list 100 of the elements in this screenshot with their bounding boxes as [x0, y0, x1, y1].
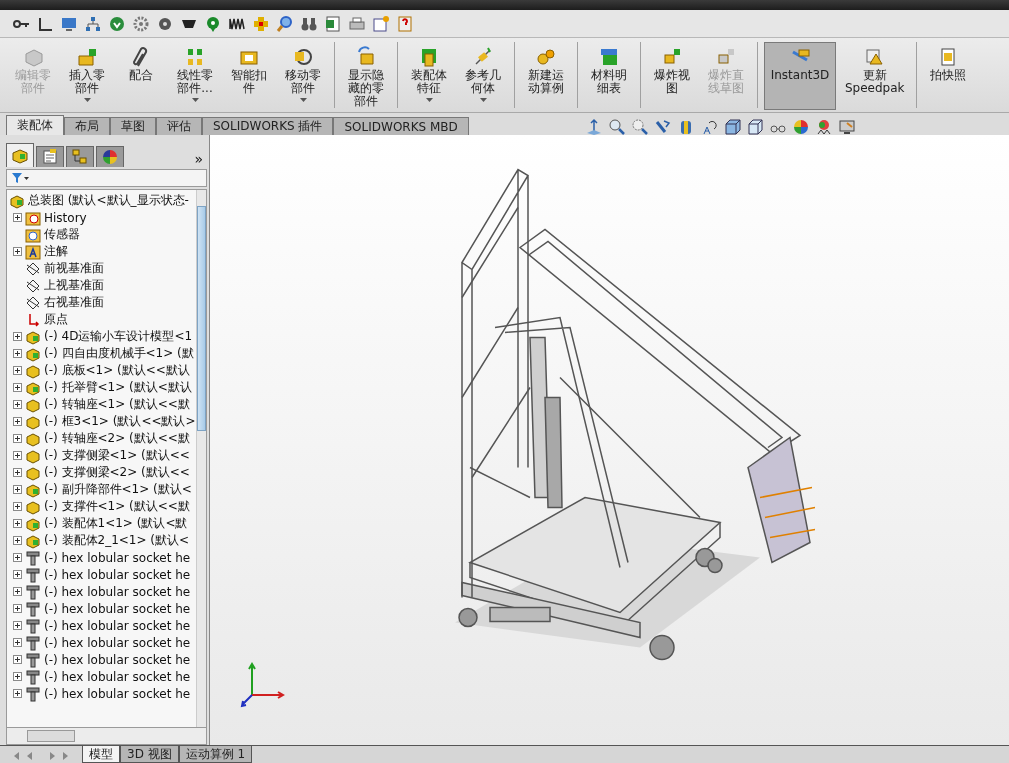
ribbon-tab[interactable]: 装配体	[6, 115, 64, 135]
tree-item-label[interactable]: History	[44, 210, 87, 225]
ribbon-button[interactable]: 移动零部件	[278, 42, 328, 110]
tree-item-label[interactable]: (-) 转轴座<1> (默认<<默	[44, 396, 190, 413]
tree-item-label[interactable]: (-) 装配体2_1<1> (默认<	[44, 532, 190, 549]
ribbon-button[interactable]: 显示隐藏的零部件	[341, 42, 391, 110]
expand-toggle-icon[interactable]	[13, 655, 22, 664]
ribbon-button[interactable]: 配合	[116, 42, 166, 110]
ribbon-button[interactable]: 爆炸视图	[647, 42, 697, 110]
tree-item-label[interactable]: (-) hex lobular socket he	[44, 601, 191, 616]
expand-toggle-icon[interactable]	[13, 536, 22, 545]
expand-toggle-icon[interactable]	[13, 485, 22, 494]
expand-toggle-icon[interactable]	[13, 621, 22, 630]
expand-toggle-icon[interactable]	[13, 468, 22, 477]
expand-toggle-icon[interactable]	[13, 638, 22, 647]
tree-item-label[interactable]: (-) hex lobular socket he	[44, 618, 191, 633]
search-icon[interactable]	[276, 14, 294, 33]
ribbon-tab[interactable]: 草图	[110, 117, 156, 135]
ribbon-button[interactable]: 新建运动算例	[521, 42, 571, 110]
zoom-area-icon[interactable]	[630, 118, 649, 136]
display-style-icon[interactable]	[745, 118, 764, 136]
tree-item-label[interactable]: 总装图 (默认<默认_显示状态-	[28, 192, 189, 209]
ribbon-tab[interactable]: SOLIDWORKS 插件	[202, 117, 334, 135]
ribbon-button[interactable]: 装配体特征	[404, 42, 454, 110]
panel-tab[interactable]	[6, 143, 34, 167]
view-tab[interactable]: 3D 视图	[120, 746, 179, 763]
expand-toggle-icon[interactable]	[13, 400, 22, 409]
filter-field[interactable]	[6, 169, 207, 187]
horizontal-scrollbar[interactable]	[6, 727, 207, 745]
expand-toggle-icon[interactable]	[13, 332, 22, 341]
tree-item-label[interactable]: 注解	[44, 243, 68, 260]
gear-icon[interactable]	[132, 14, 150, 33]
expand-toggle-icon[interactable]	[13, 247, 22, 256]
zoom-fit-icon[interactable]	[607, 118, 626, 136]
panel-tab[interactable]	[96, 146, 124, 167]
expand-toggle-icon[interactable]	[13, 366, 22, 375]
expand-toggle-icon[interactable]	[13, 434, 22, 443]
settings-icon[interactable]	[837, 118, 856, 136]
tree-item-label[interactable]: 右视基准面	[44, 294, 104, 311]
ribbon-tab[interactable]: 布局	[64, 117, 110, 135]
expand-toggle-icon[interactable]	[13, 451, 22, 460]
printer-icon[interactable]	[348, 14, 366, 33]
ribbon-button[interactable]: 参考几何体	[458, 42, 508, 110]
tree-item-label[interactable]: (-) 托举臂<1> (默认<默认	[44, 379, 192, 396]
tree-item-label[interactable]: (-) 四自由度机械手<1> (默	[44, 345, 194, 362]
vertical-scrollbar[interactable]	[196, 190, 206, 727]
expand-toggle-icon[interactable]	[13, 519, 22, 528]
expand-toggle-icon[interactable]	[13, 587, 22, 596]
expand-toggle-icon[interactable]	[13, 383, 22, 392]
ribbon-button[interactable]: 拍快照	[922, 42, 973, 110]
tree-item-label[interactable]: 原点	[44, 311, 68, 328]
expand-toggle-icon[interactable]	[13, 349, 22, 358]
tree-item-label[interactable]: (-) hex lobular socket he	[44, 584, 191, 599]
tree-item-label[interactable]: (-) hex lobular socket he	[44, 567, 191, 582]
expand-toggle-icon[interactable]	[13, 672, 22, 681]
ribbon-button[interactable]: Instant3D	[764, 42, 836, 110]
panel-tab[interactable]	[36, 146, 64, 167]
tree-item-label[interactable]: (-) 支撑件<1> (默认<<默	[44, 498, 190, 515]
network-icon[interactable]	[84, 14, 102, 33]
expand-toggle-icon[interactable]	[13, 604, 22, 613]
tree-item-label[interactable]: (-) hex lobular socket he	[44, 635, 191, 650]
previous-icon[interactable]	[653, 118, 672, 136]
expand-toggle-icon[interactable]	[13, 502, 22, 511]
tree-item-label[interactable]: 前视基准面	[44, 260, 104, 277]
pin-icon[interactable]	[204, 14, 222, 33]
tree-item-label[interactable]: 传感器	[44, 226, 80, 243]
tree-item-label[interactable]: (-) 4D运输小车设计模型<1	[44, 328, 193, 345]
tree-item-label[interactable]: (-) 装配体1<1> (默认<默	[44, 515, 188, 532]
tree-item-label[interactable]: (-) 框3<1> (默认<<默认>	[44, 413, 196, 430]
help-icon[interactable]	[396, 14, 414, 33]
ribbon-button[interactable]: 线性零部件...	[170, 42, 220, 110]
ribbon-button[interactable]: 智能扣件	[224, 42, 274, 110]
tree-item-label[interactable]: (-) 支撑侧梁<2> (默认<<	[44, 464, 190, 481]
image-icon[interactable]	[372, 14, 390, 33]
appearance-icon[interactable]	[791, 118, 810, 136]
ribbon-tab[interactable]: SOLIDWORKS MBD	[333, 117, 469, 135]
tree-item-label[interactable]: 上视基准面	[44, 277, 104, 294]
ribbon-button[interactable]: 材料明细表	[584, 42, 634, 110]
ribbon-button[interactable]: 插入零部件	[62, 42, 112, 110]
tree-item-label[interactable]: (-) hex lobular socket he	[44, 686, 191, 701]
ribbon-button[interactable]: 更新 Speedpak	[840, 42, 910, 110]
tree-item-label[interactable]: (-) 转轴座<2> (默认<<默	[44, 430, 190, 447]
view-tab[interactable]: 运动算例 1	[178, 746, 253, 763]
tree-item-label[interactable]: (-) hex lobular socket he	[44, 550, 191, 565]
expand-toggle-icon[interactable]	[13, 553, 22, 562]
tree-item-label[interactable]: (-) 底板<1> (默认<<默认	[44, 362, 190, 379]
cross-icon[interactable]	[252, 14, 270, 33]
orientation-icon[interactable]	[722, 118, 741, 136]
expand-toggle-icon[interactable]	[13, 213, 22, 222]
expand-toggle-icon[interactable]	[13, 570, 22, 579]
expand-toggle-icon[interactable]	[13, 417, 22, 426]
tree-item-label[interactable]: (-) 副升降部件<1> (默认<	[44, 481, 192, 498]
ribbon-tab[interactable]: 评估	[156, 117, 202, 135]
more-tabs[interactable]: »	[194, 151, 207, 167]
sheet-icon[interactable]	[324, 14, 342, 33]
tree-item-label[interactable]: (-) 支撑侧梁<1> (默认<<	[44, 447, 190, 464]
panel-tab[interactable]	[66, 146, 94, 167]
tree-item-label[interactable]: (-) hex lobular socket he	[44, 669, 191, 684]
expand-toggle-icon[interactable]	[13, 689, 22, 698]
tree-item-label[interactable]: (-) hex lobular socket he	[44, 652, 191, 667]
